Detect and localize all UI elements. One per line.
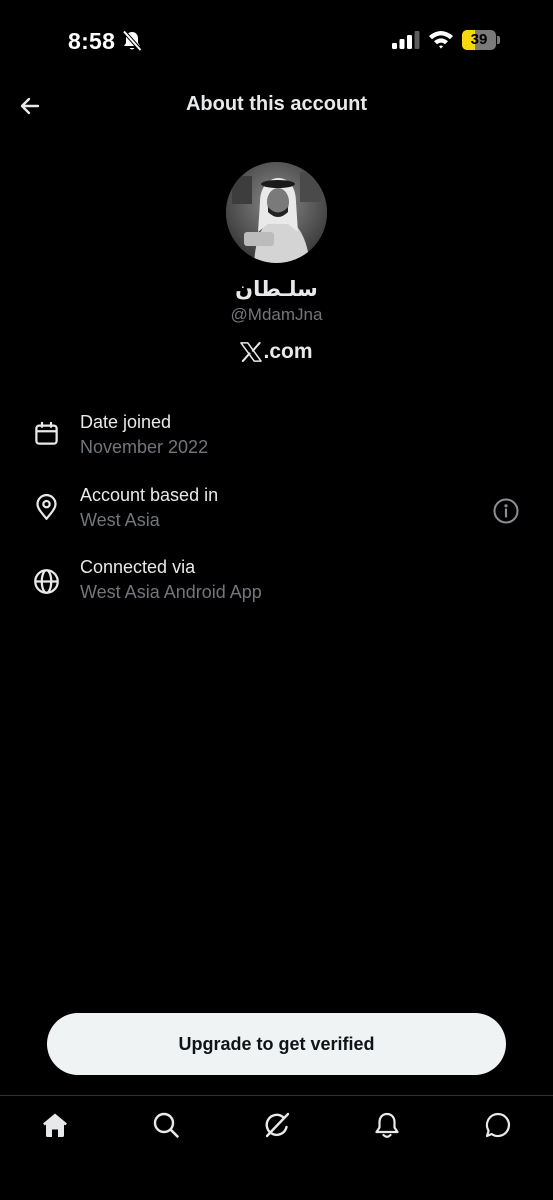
cellular-signal-icon [392,31,420,49]
website-domain: .com [263,340,313,363]
x-logo-icon [240,342,263,362]
website-link[interactable]: .com [0,340,553,364]
battery-tip [497,36,500,44]
status-time: 8:58 [68,28,116,54]
calendar-icon [35,421,58,445]
connected-via-value: West Asia Android App [80,582,262,602]
location-pin-icon [36,494,57,520]
battery-body: 39 [462,30,496,50]
bell-icon [375,1112,399,1138]
connected-via-label: Connected via [80,557,196,577]
date-joined-row: Date joined November 2022 [0,412,553,472]
chat-icon [485,1112,510,1138]
wifi-icon [429,31,453,49]
info-icon[interactable] [492,497,520,525]
grok-icon [265,1112,290,1138]
date-joined-value: November 2022 [80,437,209,457]
account-based-in-value: West Asia [80,510,160,530]
account-based-in-label: Account based in [80,485,219,505]
nav-home[interactable] [40,1110,70,1140]
globe-icon [34,569,59,594]
bell-off-icon [122,30,142,52]
search-icon [153,1112,179,1138]
upgrade-button[interactable]: Upgrade to get verified [47,1013,506,1075]
avatar[interactable] [226,162,327,263]
status-bar: 8:58 39 [0,0,553,80]
nav-notifications[interactable] [372,1110,402,1140]
nav-search[interactable] [151,1110,181,1140]
nav-messages[interactable] [483,1110,513,1140]
nav-grok[interactable] [262,1110,292,1140]
avatar-photo [226,162,327,263]
battery-icon: 39 [462,30,502,50]
display-name: سلـطان [235,277,318,301]
page-title: About this account [185,93,368,115]
date-joined-label: Date joined [80,412,172,432]
connected-via-row: Connected via West Asia Android App [0,557,553,617]
account-based-in-row: Account based in West Asia [0,485,553,545]
bottom-nav [0,1095,553,1200]
home-icon [43,1113,67,1137]
battery-percentage: 39 [470,31,488,48]
username-handle: @MdamJna [230,305,323,324]
